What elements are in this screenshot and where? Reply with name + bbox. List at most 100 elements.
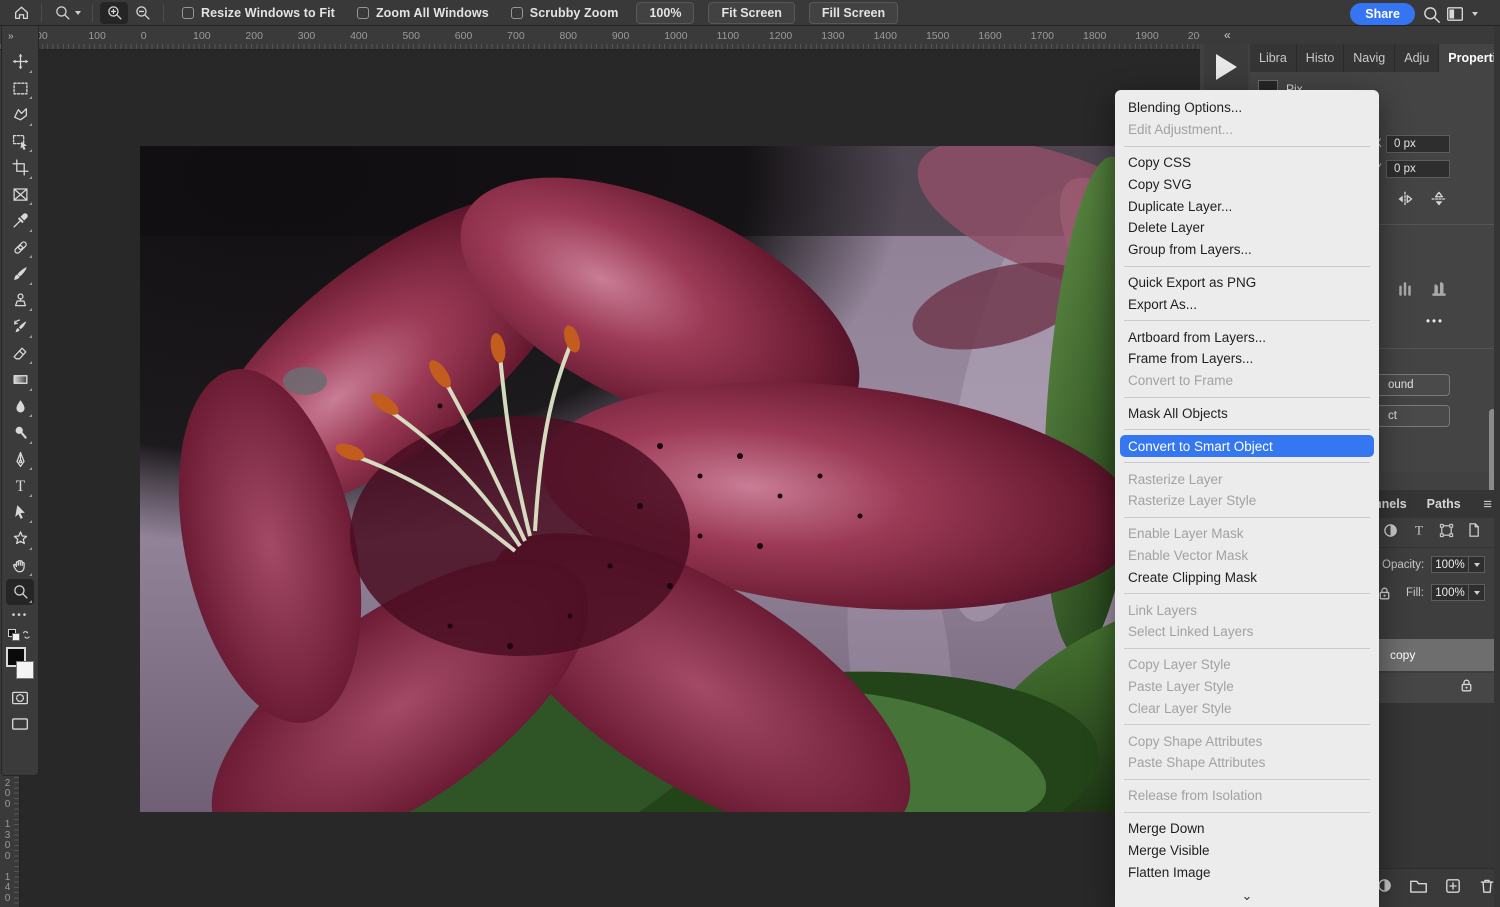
checkbox-icon[interactable] xyxy=(511,7,523,19)
blur-tool[interactable] xyxy=(6,393,34,419)
menu-item-export-as[interactable]: Export As... xyxy=(1115,293,1379,315)
zoom-in-button[interactable] xyxy=(100,2,128,24)
align-icon[interactable] xyxy=(1430,280,1448,303)
crop-tool[interactable] xyxy=(6,155,34,181)
panel-menu-icon[interactable]: ≡ xyxy=(1483,496,1492,513)
menu-item-enable-vector-mask[interactable]: Enable Vector Mask xyxy=(1115,545,1379,567)
frame-tool[interactable] xyxy=(6,181,34,207)
menu-item-convert-to-frame[interactable]: Convert to Frame xyxy=(1115,370,1379,392)
default-colors-control[interactable] xyxy=(7,627,33,643)
y-field[interactable]: 0 px xyxy=(1386,160,1450,178)
menu-item-select-linked-layers[interactable]: Select Linked Layers xyxy=(1115,621,1379,643)
healing-brush-tool[interactable] xyxy=(6,234,34,260)
menu-item-copy-shape-attributes[interactable]: Copy Shape Attributes xyxy=(1115,730,1379,752)
menu-item-copy-layer-style[interactable]: Copy Layer Style xyxy=(1115,654,1379,676)
history-brush-tool[interactable] xyxy=(6,314,34,340)
tab-libraries[interactable]: Libra xyxy=(1250,44,1297,72)
filter-adjustment-icon[interactable] xyxy=(1382,522,1399,544)
flip-horizontal-icon[interactable] xyxy=(1396,190,1414,213)
custom-shape-tool[interactable] xyxy=(6,526,34,552)
filter-smart-object-icon[interactable] xyxy=(1466,522,1482,543)
tab-navigator[interactable]: Navig xyxy=(1344,44,1395,72)
fill-value[interactable]: 100% xyxy=(1431,584,1469,601)
new-group-icon[interactable] xyxy=(1409,876,1428,900)
menu-item-copy-svg[interactable]: Copy SVG xyxy=(1115,173,1379,195)
menu-item-release-from-isolation[interactable]: Release from Isolation xyxy=(1115,785,1379,807)
marquee-tool[interactable] xyxy=(6,75,34,101)
zoom-tool[interactable] xyxy=(6,579,34,605)
hand-tool[interactable] xyxy=(6,552,34,578)
align-icon[interactable] xyxy=(1396,280,1414,303)
zoom-all-windows-checkbox[interactable]: Zoom All Windows xyxy=(357,6,489,20)
menu-item-rasterize-layer[interactable]: Rasterize Layer xyxy=(1115,468,1379,490)
menu-item-artboard-from-layers[interactable]: Artboard from Layers... xyxy=(1115,326,1379,348)
new-layer-icon[interactable] xyxy=(1444,877,1462,900)
brush-tool[interactable] xyxy=(6,261,34,287)
toolbox-expand-icon[interactable]: » xyxy=(2,26,38,48)
pen-tool[interactable] xyxy=(6,446,34,472)
quick-mask-button[interactable] xyxy=(7,687,33,709)
menu-item-rasterize-layer-style[interactable]: Rasterize Layer Style xyxy=(1115,490,1379,512)
zoom-out-button[interactable] xyxy=(128,2,156,24)
menu-item-frame-from-layers[interactable]: Frame from Layers... xyxy=(1115,348,1379,370)
fill-screen-button[interactable]: Fill Screen xyxy=(809,2,898,24)
x-field[interactable]: 0 px xyxy=(1386,135,1450,153)
path-selection-tool[interactable] xyxy=(6,499,34,525)
menu-item-group-from-layers[interactable]: Group from Layers... xyxy=(1115,239,1379,261)
menu-item-quick-export-as-png[interactable]: Quick Export as PNG xyxy=(1115,272,1379,294)
menu-item-copy-css[interactable]: Copy CSS xyxy=(1115,152,1379,174)
menu-item-merge-visible[interactable]: Merge Visible xyxy=(1115,839,1379,861)
menu-item-paste-shape-attributes[interactable]: Paste Shape Attributes xyxy=(1115,752,1379,774)
zoom-level-button[interactable]: 100% xyxy=(636,2,694,24)
menu-item-edit-adjustment[interactable]: Edit Adjustment... xyxy=(1115,119,1379,141)
resize-windows-checkbox[interactable]: Resize Windows to Fit xyxy=(182,6,335,20)
dodge-tool[interactable] xyxy=(6,420,34,446)
flip-vertical-icon[interactable] xyxy=(1430,190,1448,213)
filter-shape-icon[interactable] xyxy=(1439,523,1454,543)
background-color-swatch[interactable] xyxy=(16,661,34,679)
menu-item-convert-to-smart-object[interactable]: Convert to Smart Object xyxy=(1120,435,1374,457)
workspace-switcher[interactable] xyxy=(1442,3,1478,25)
more-options-dots[interactable]: ••• xyxy=(1426,316,1444,328)
tab-properties[interactable]: Properties xyxy=(1439,44,1500,72)
menu-scroll-more[interactable]: ⌄ xyxy=(1115,885,1379,907)
menu-item-blending-options[interactable]: Blending Options... xyxy=(1115,97,1379,119)
checkbox-icon[interactable] xyxy=(357,7,369,19)
collapsed-panel-button[interactable] xyxy=(1204,44,1248,90)
move-tool[interactable] xyxy=(6,49,34,75)
checkbox-icon[interactable] xyxy=(182,7,194,19)
type-tool[interactable]: T xyxy=(6,473,34,499)
home-icon[interactable] xyxy=(8,2,34,24)
menu-item-mask-all-objects[interactable]: Mask All Objects xyxy=(1115,403,1379,425)
share-button[interactable]: Share xyxy=(1350,3,1415,25)
search-icon[interactable] xyxy=(1418,3,1444,25)
tab-paths[interactable]: Paths xyxy=(1417,490,1471,518)
eyedropper-tool[interactable] xyxy=(6,208,34,234)
menu-item-duplicate-layer[interactable]: Duplicate Layer... xyxy=(1115,195,1379,217)
object-selection-tool[interactable] xyxy=(6,128,34,154)
color-swatches[interactable] xyxy=(5,647,35,679)
lasso-tool[interactable] xyxy=(6,102,34,128)
chevron-down-icon[interactable] xyxy=(1469,584,1485,601)
swap-colors-icon[interactable] xyxy=(21,628,34,646)
menu-item-link-layers[interactable]: Link Layers xyxy=(1115,599,1379,621)
clone-stamp-tool[interactable] xyxy=(6,287,34,313)
chevron-down-icon[interactable] xyxy=(75,11,81,15)
menu-item-enable-layer-mask[interactable]: Enable Layer Mask xyxy=(1115,523,1379,545)
edit-toolbar-dots[interactable]: ••• xyxy=(12,610,29,621)
screen-mode-button[interactable] xyxy=(7,713,33,735)
menu-item-delete-layer[interactable]: Delete Layer xyxy=(1115,217,1379,239)
eraser-tool[interactable] xyxy=(6,340,34,366)
menu-item-create-clipping-mask[interactable]: Create Clipping Mask xyxy=(1115,566,1379,588)
tab-histogram[interactable]: Histo xyxy=(1297,44,1344,72)
current-tool-zoom-icon[interactable] xyxy=(49,2,75,24)
gradient-tool[interactable] xyxy=(6,367,34,393)
fit-screen-button[interactable]: Fit Screen xyxy=(708,2,794,24)
menu-item-flatten-image[interactable]: Flatten Image xyxy=(1115,861,1379,883)
tab-adjustments[interactable]: Adju xyxy=(1395,44,1439,72)
menu-item-merge-down[interactable]: Merge Down xyxy=(1115,818,1379,840)
opacity-value[interactable]: 100% xyxy=(1431,556,1469,573)
filter-type-icon[interactable]: T xyxy=(1411,522,1427,543)
chevron-down-icon[interactable] xyxy=(1469,556,1485,573)
scrubby-zoom-checkbox[interactable]: Scrubby Zoom xyxy=(511,6,619,20)
